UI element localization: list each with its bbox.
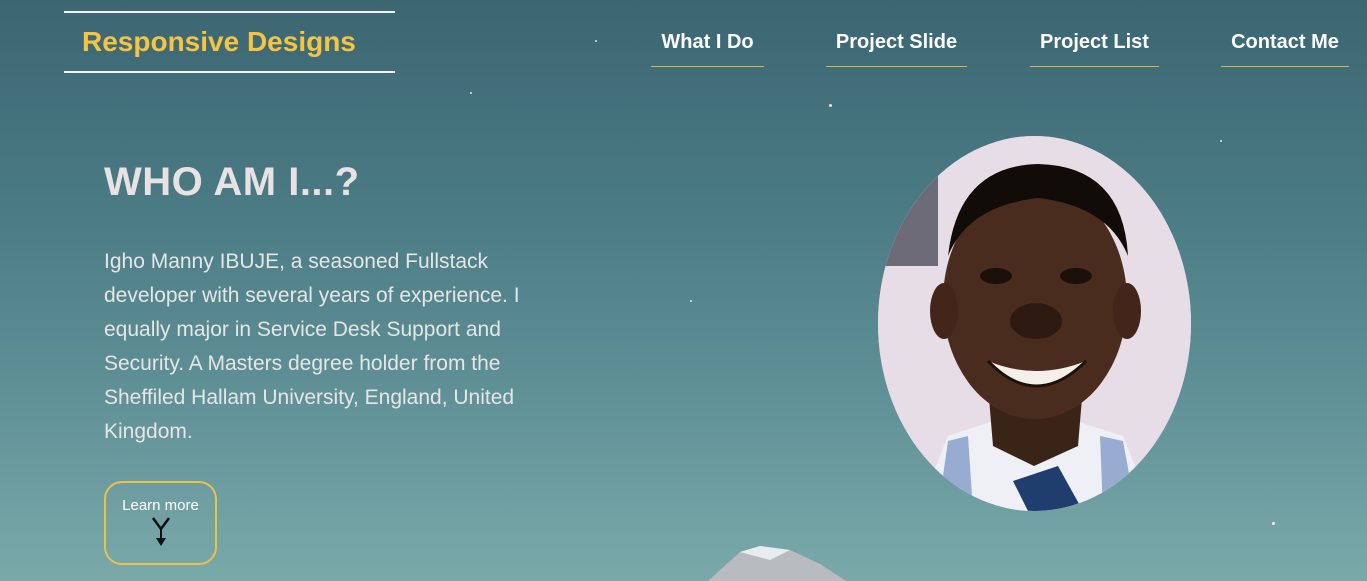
star xyxy=(829,104,832,107)
nav-link-contact-me[interactable]: Contact Me xyxy=(1221,18,1349,67)
site-logo[interactable]: Responsive Designs xyxy=(64,11,395,73)
profile-photo xyxy=(878,136,1191,511)
star xyxy=(595,40,597,42)
nav-link-project-list[interactable]: Project List xyxy=(1030,18,1159,67)
star xyxy=(690,300,692,302)
star xyxy=(1272,522,1275,525)
nav-link-project-slide[interactable]: Project Slide xyxy=(826,18,967,67)
nav-link-what-i-do[interactable]: What I Do xyxy=(651,18,764,67)
hero-bio: Igho Manny IBUJE, a seasoned Fullstack d… xyxy=(104,250,520,443)
learn-more-button[interactable]: Learn more xyxy=(104,481,217,565)
hero-heading: WHO AM I...? xyxy=(104,160,360,204)
double-chevron-down-icon xyxy=(151,517,170,546)
star xyxy=(470,92,472,94)
mountain-peak xyxy=(708,546,846,581)
learn-more-label: Learn more xyxy=(122,497,199,514)
star xyxy=(1220,140,1222,142)
logo-text: Responsive Designs xyxy=(82,26,356,57)
person-photo-icon xyxy=(878,136,1191,511)
